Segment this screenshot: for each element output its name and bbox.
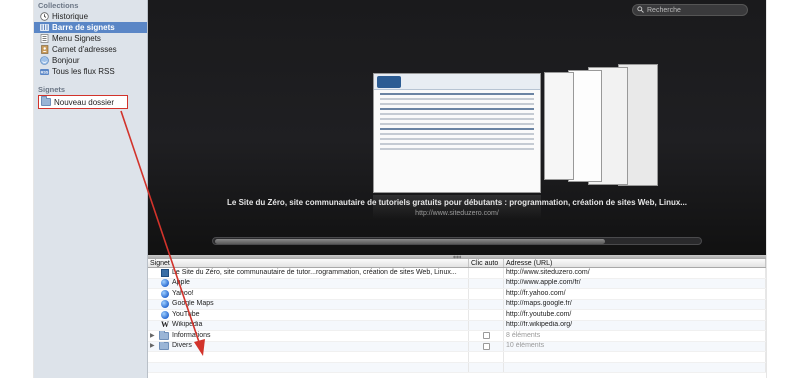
bookmarks-bar-icon xyxy=(40,23,49,32)
sidebar-item-label: Barre de signets xyxy=(52,23,115,32)
rss-icon: RSS xyxy=(40,67,49,76)
bookmark-name: Apple xyxy=(172,279,190,286)
bookmark-url: http://fr.wikipedia.org/ xyxy=(504,320,766,330)
collections-header: Collections xyxy=(38,1,79,10)
bookmark-name: Divers xyxy=(172,342,192,349)
table-row[interactable]: W Wikipedia http://fr.wikipedia.org/ xyxy=(148,320,766,331)
bookmark-url: http://www.apple.com/fr/ xyxy=(504,278,766,288)
bookmark-url: http://www.siteduzero.com/ xyxy=(504,268,766,278)
address-book-icon xyxy=(40,45,49,54)
disclosure-triangle-icon[interactable]: ▶ xyxy=(150,331,156,341)
window-right-margin xyxy=(766,0,800,378)
table-row[interactable]: YouTube http://fr.youtube.com/ xyxy=(148,310,766,321)
table-row-empty xyxy=(148,352,766,363)
sidebar-item-historique[interactable]: Historique xyxy=(34,11,147,22)
signets-header: Signets xyxy=(38,85,66,94)
folder-count: 10 éléments xyxy=(504,341,766,351)
bookmark-name: Wikipedia xyxy=(172,321,203,328)
table-header: Signet Clic auto Adresse (URL) xyxy=(148,259,766,268)
siteduzero-favicon-icon xyxy=(161,268,169,277)
table-row[interactable]: ▶ Informations 8 éléments xyxy=(148,331,766,342)
svg-text:RSS: RSS xyxy=(41,70,49,74)
cover-flow-title: Le Site du Zéro, site communautaire de t… xyxy=(227,198,687,207)
folder-count: 8 éléments xyxy=(504,331,766,341)
sidebar-item-label: Bonjour xyxy=(52,56,80,65)
cover-flow-scrollbar[interactable] xyxy=(212,237,702,245)
bookmark-url: http://maps.google.fr/ xyxy=(504,299,766,309)
folder-icon xyxy=(159,331,169,340)
sidebar-item-tous-les-flux-rss[interactable]: RSS Tous les flux RSS xyxy=(34,66,147,77)
auto-click-checkbox[interactable] xyxy=(482,342,490,350)
auto-click-checkbox[interactable] xyxy=(482,332,490,340)
bookmarks-menu-icon xyxy=(40,34,49,43)
bookmark-name: Informations xyxy=(172,331,211,339)
column-header-adresse[interactable]: Adresse (URL) xyxy=(504,259,766,267)
cover-flow-view[interactable]: Recherche Le Site du Zéro, site communau… xyxy=(148,0,766,255)
sidebar-item-label: Menu Signets xyxy=(52,34,101,43)
column-header-clic-auto[interactable]: Clic auto xyxy=(469,259,504,267)
cover-flow-url: http://www.siteduzero.com/ xyxy=(415,210,499,217)
sidebar-item-barre-de-signets[interactable]: Barre de signets xyxy=(34,22,147,33)
table-row[interactable]: Yahoo! http://fr.yahoo.com/ xyxy=(148,289,766,300)
clock-icon xyxy=(40,12,49,21)
bookmarks-table[interactable]: Signet Clic auto Adresse (URL) Le Site d… xyxy=(148,259,766,378)
sidebar-item-nouveau-dossier[interactable]: Nouveau dossier xyxy=(38,95,128,109)
sidebar: Collections Historique Barre de signets … xyxy=(34,0,148,378)
table-row[interactable]: ▶ Divers 10 éléments xyxy=(148,341,766,352)
table-row[interactable]: Google Maps http://maps.google.fr/ xyxy=(148,299,766,310)
table-row[interactable]: Le Site du Zéro, site communautaire de t… xyxy=(148,268,766,279)
column-header-signet[interactable]: Signet xyxy=(148,259,469,267)
sidebar-item-label: Tous les flux RSS xyxy=(52,67,115,76)
bookmark-name: YouTube xyxy=(172,310,200,318)
window-left-margin xyxy=(0,0,34,378)
cover-flow-page[interactable] xyxy=(544,72,574,180)
globe-icon xyxy=(161,289,169,298)
sidebar-item-bonjour[interactable]: Bonjour xyxy=(34,55,147,66)
globe-icon xyxy=(161,279,169,288)
folder-icon xyxy=(41,96,51,106)
folder-icon xyxy=(159,341,169,351)
sidebar-item-label: Historique xyxy=(52,12,89,21)
sidebar-item-label: Nouveau dossier xyxy=(54,97,115,107)
scrollbar-thumb[interactable] xyxy=(215,239,605,244)
bonjour-icon xyxy=(40,56,49,65)
table-row[interactable]: Apple http://www.apple.com/fr/ xyxy=(148,278,766,289)
sidebar-item-carnet-adresses[interactable]: Carnet d'adresses xyxy=(34,44,147,55)
sidebar-item-menu-signets[interactable]: Menu Signets xyxy=(34,33,147,44)
bookmark-url: http://fr.youtube.com/ xyxy=(504,310,766,320)
globe-icon xyxy=(161,300,169,309)
sidebar-item-label: Carnet d'adresses xyxy=(52,45,117,54)
bookmark-name: Yahoo! xyxy=(172,289,194,297)
bookmark-name: Le Site du Zéro, site communautaire de t… xyxy=(172,268,457,276)
bookmark-name: Google Maps xyxy=(172,300,214,307)
search-field[interactable]: Recherche xyxy=(632,4,748,16)
globe-icon xyxy=(161,310,169,319)
site-logo xyxy=(377,75,401,88)
bookmark-url: http://fr.yahoo.com/ xyxy=(504,289,766,299)
search-placeholder: Recherche xyxy=(647,6,681,14)
wikipedia-icon: W xyxy=(161,320,169,330)
cover-flow-current-page[interactable] xyxy=(373,73,541,193)
search-icon xyxy=(637,5,644,15)
table-row-empty xyxy=(148,362,766,373)
disclosure-triangle-icon[interactable]: ▶ xyxy=(150,342,156,352)
